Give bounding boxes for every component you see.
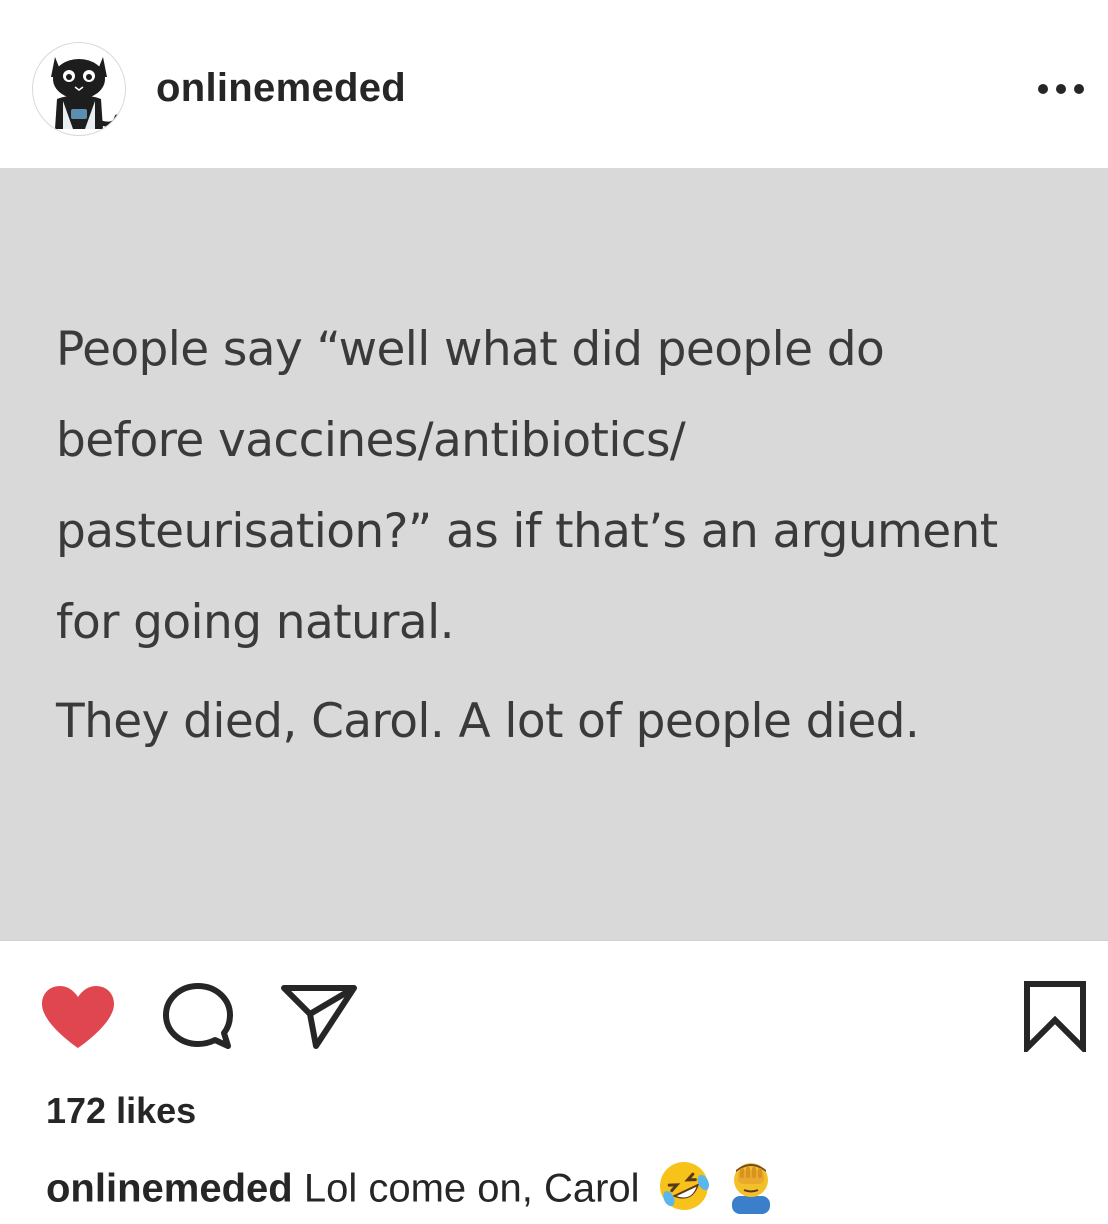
image-text-paragraph-1: People say “well what did people do befo… (56, 304, 1106, 668)
cat-logo-icon (33, 43, 125, 135)
more-options-icon[interactable] (1038, 84, 1084, 94)
image-text-line: People say “well what did people do (56, 322, 885, 377)
likes-count[interactable]: 172 likes (46, 1090, 196, 1132)
rolling-on-floor-laughing-emoji (657, 1159, 711, 1223)
image-text-paragraph-2: They died, Carol. A lot of people died. (56, 694, 920, 749)
bookmark-icon[interactable] (1022, 980, 1088, 1057)
image-text-line: before vaccines/antibiotics/ (56, 413, 686, 468)
post-actions (0, 980, 1108, 1060)
man-facepalming-emoji (726, 1158, 776, 1224)
image-text-line: pasteurisation?” as if that’s an argumen… (56, 504, 998, 559)
post-header: onlinemeded (0, 0, 1108, 168)
post-caption: onlinemeded Lol come on, Carol (46, 1158, 776, 1224)
image-text-line: for going natural. (56, 595, 455, 650)
post-image-text: People say “well what did people do befo… (56, 304, 1106, 767)
caption-username[interactable]: onlinemeded (46, 1167, 293, 1211)
post-username[interactable]: onlinemeded (156, 66, 406, 111)
caption-text: Lol come on, Carol (303, 1166, 640, 1211)
paper-plane-icon[interactable] (280, 982, 358, 1055)
avatar[interactable] (32, 42, 126, 136)
comment-icon[interactable] (160, 982, 236, 1059)
heart-icon[interactable] (40, 984, 116, 1055)
